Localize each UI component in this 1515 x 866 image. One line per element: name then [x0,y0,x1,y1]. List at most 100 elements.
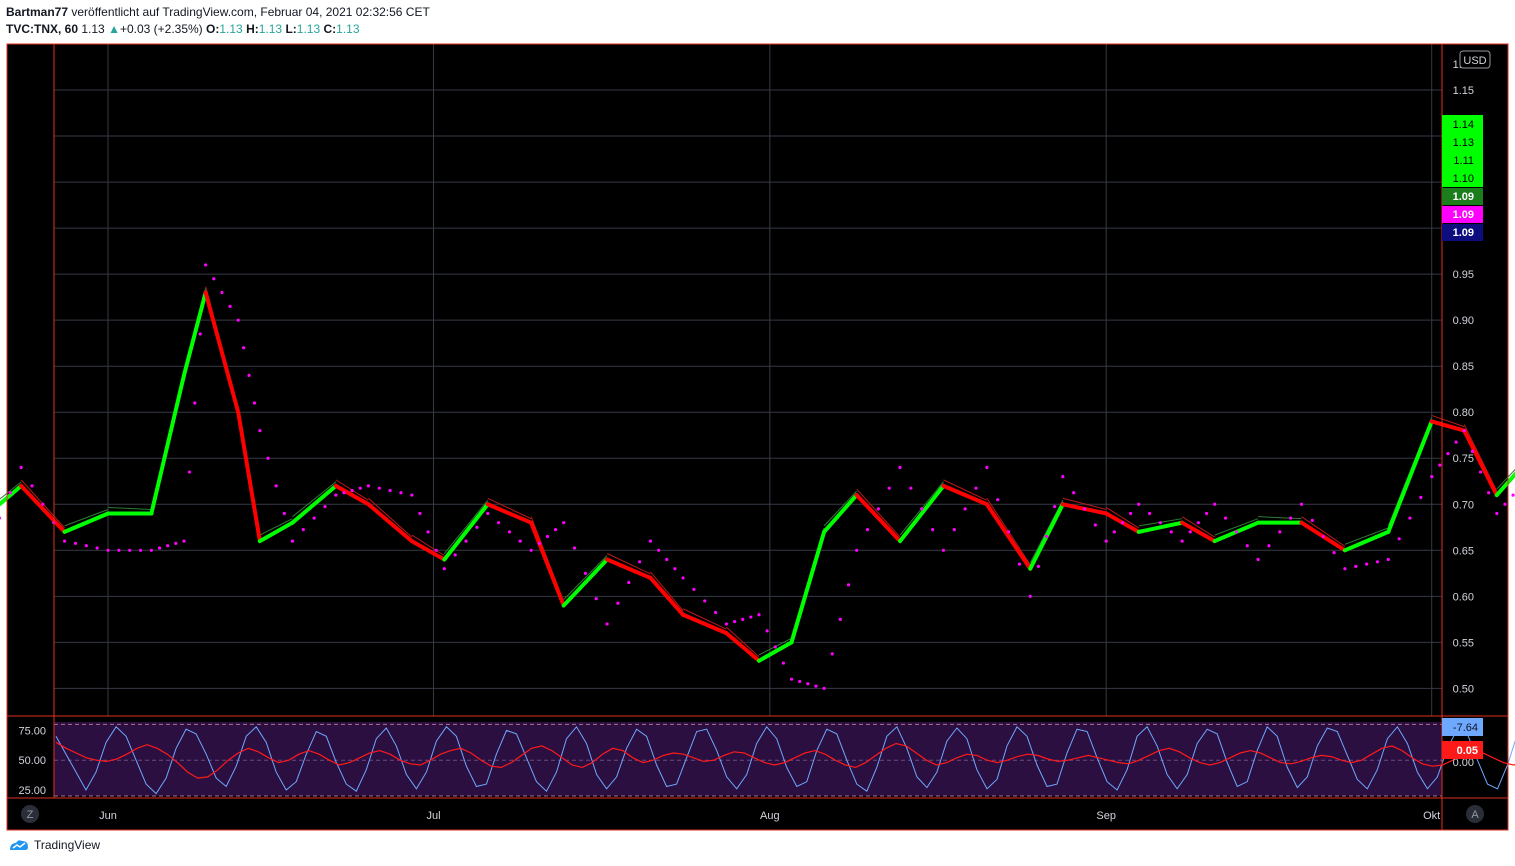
publish-info: Bartman77 veröffentlicht auf TradingView… [6,5,430,19]
psar-dot [1299,502,1304,506]
low-value: 1.13 [296,22,321,36]
psar-dot [941,548,946,552]
psar-dot [1511,493,1515,497]
psar-dot [334,493,338,497]
psar-dot [898,465,902,470]
author-name[interactable]: Bartman77 [6,5,68,19]
price-tick-label: 0.85 [1453,361,1474,373]
psar-dot [920,507,924,511]
price-badge: 1.09 [1453,209,1474,221]
zoom-button[interactable]: Z [21,805,39,823]
time-tick-label: Okt [1423,810,1440,822]
psar-dot [258,429,262,433]
psar-dot [1044,534,1049,539]
psar-dot [1495,511,1499,516]
psar-dot [247,373,251,377]
chart-canvas[interactable]: 1.151.101.051.000.950.900.850.800.750.70… [0,42,1515,832]
psar-dot [212,277,216,281]
psar-dot [814,684,818,688]
psar-dot [741,617,745,621]
psar-dot [1487,491,1491,495]
svg-text:USD: USD [1463,55,1486,67]
psar-dot [1386,557,1390,562]
psar-dot [537,541,541,545]
psar-dot [583,571,588,575]
psar-dot [757,613,761,617]
psar-dot [732,620,737,624]
oscillator-tick-label: 75.00 [18,725,46,737]
psar-dot [974,486,978,490]
psar-dot [931,527,935,532]
psar-dot [410,493,414,497]
psar-dot [236,318,240,322]
price-tick-label: 0.80 [1453,407,1474,419]
psar-dot [692,587,696,592]
psar-dot [1204,511,1209,516]
psar-dot [605,622,609,626]
footer-brand[interactable]: TradingView [8,838,100,852]
psar-dot [1158,521,1163,525]
psar-dot [749,615,753,619]
psar-dot [377,486,381,490]
psar-dot [1196,521,1201,525]
psar-dot [1213,502,1217,506]
psar-dot [1223,516,1228,520]
psar-dot [84,544,88,548]
price-badge: 1.09 [1453,227,1474,239]
psar-dot [1137,502,1141,506]
psar-dot [1278,530,1282,534]
time-tick-label: Jul [426,810,440,822]
price-tick-label: 0.60 [1453,591,1474,603]
psar-dot [106,548,110,552]
price-badge: 1.11 [1453,155,1474,167]
psar-dot [252,401,257,405]
oscillator-background [54,722,1442,796]
psar-dot [963,507,967,511]
price-badge: 1.13 [1453,137,1474,149]
psar-dot [1188,530,1192,534]
psar-dot [553,527,558,532]
psar-dot [274,484,278,488]
price-tick-label: 1.15 [1453,85,1474,97]
psar-dot [1112,530,1116,534]
psar-dot [426,530,430,534]
psar-dot [887,486,891,490]
psar-dot [149,548,153,552]
psar-dot [838,617,842,621]
zoom-button-label: Z [27,809,34,821]
change-arrow-icon: ▲ [108,22,120,36]
price-badge: 1.09 [1453,191,1474,203]
psar-dot [724,622,729,626]
psar-dot [798,679,802,684]
psar-dot [1446,452,1450,456]
psar-dot [703,599,707,603]
psar-dot [63,539,67,543]
price-badge: 1.14 [1453,119,1474,131]
psar-dot [996,498,1000,502]
psar-dot [572,546,577,550]
close-label: C: [323,22,337,36]
oscillator-tick-label: 50.00 [18,755,46,767]
psar-dot [545,534,550,539]
published-text: veröffentlicht auf TradingView.com, Febr… [71,5,430,19]
psar-dot [529,548,533,552]
psar-dot [789,677,794,681]
psar-dot [1454,440,1458,444]
time-tick-label: Sep [1096,810,1116,822]
psar-dot [182,539,186,543]
psar-dot [301,527,305,532]
psar-dot [1408,516,1412,520]
psar-dot [865,527,870,532]
auto-scale-button[interactable]: A [1466,805,1484,823]
psar-dot [486,511,490,516]
psar-dot [138,548,143,552]
psar-dot [1169,530,1173,534]
psar-dot [1503,502,1507,506]
psar-dot [166,544,170,548]
psar-dot [350,488,354,493]
oscillator-badge: -7.64 [1453,722,1478,734]
psar-dot [518,539,522,543]
currency-label[interactable]: USD [1459,50,1491,69]
psar-dot [418,511,422,516]
psar-dot [242,346,246,350]
